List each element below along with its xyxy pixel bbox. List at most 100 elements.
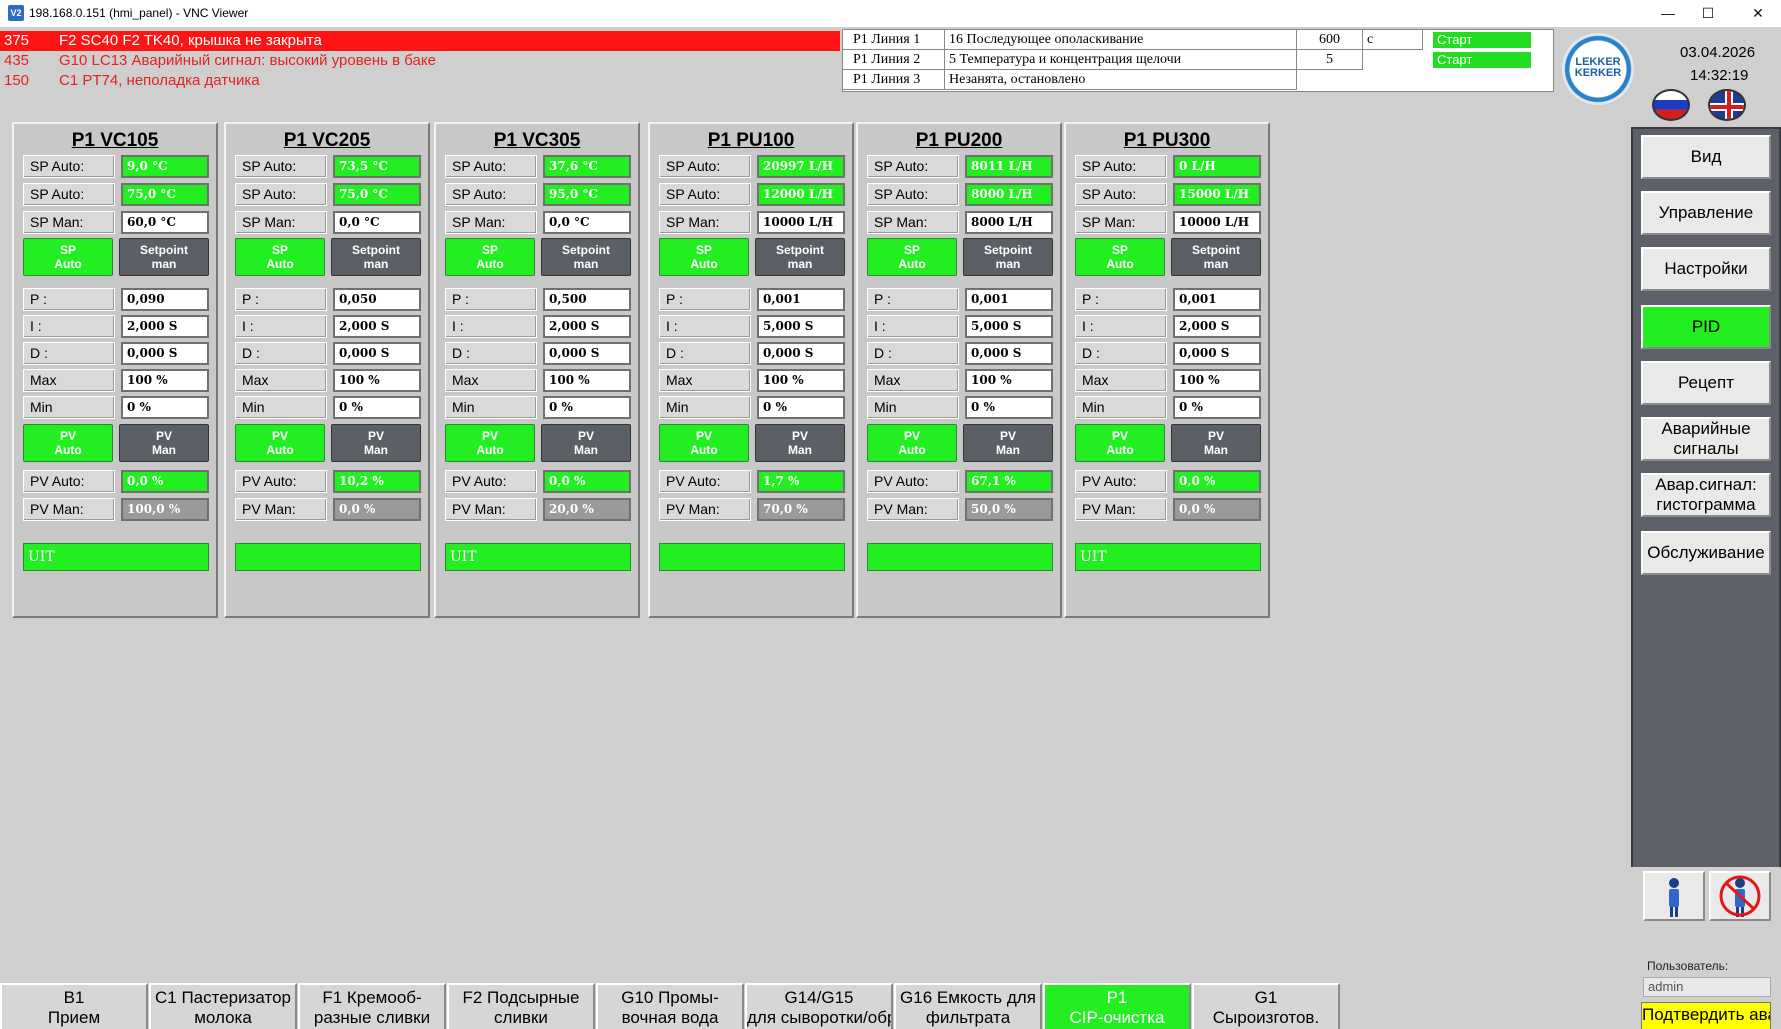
sp-man-input[interactable]: 0,0 °C bbox=[543, 211, 631, 234]
sidebar-item-alarms[interactable]: Аварийные сигналы bbox=[1641, 417, 1771, 461]
window-titlebar: V2 198.168.0.151 (hmi_panel) - VNC Viewe… bbox=[0, 0, 1781, 27]
sidebar-item-settings[interactable]: Настройки bbox=[1641, 247, 1771, 291]
d-time-input[interactable]: 0,000 S bbox=[543, 342, 631, 365]
alarm-row[interactable]: 435 G10 LC13 Аварийный сигнал: высокий у… bbox=[0, 51, 840, 71]
pv-man-button[interactable]: PV Man bbox=[963, 424, 1053, 462]
maximize-button[interactable]: ☐ bbox=[1688, 0, 1728, 27]
confirm-alarm-button[interactable]: Подтвердить аварийный сигнал bbox=[1641, 1002, 1771, 1029]
min-output-input[interactable]: 0 % bbox=[757, 396, 845, 419]
sp-auto-button[interactable]: SP Auto bbox=[23, 238, 113, 276]
alarm-row[interactable]: 150 C1 PT74, неполадка датчика bbox=[0, 71, 840, 91]
sp-auto-button[interactable]: SP Auto bbox=[1075, 238, 1165, 276]
i-time-input[interactable]: 2,000 S bbox=[543, 315, 631, 338]
setpoint-man-button[interactable]: Setpoint man bbox=[119, 238, 209, 276]
minimize-button[interactable]: — bbox=[1648, 0, 1688, 27]
pv-man-button[interactable]: PV Man bbox=[331, 424, 421, 462]
close-button[interactable]: ✕ bbox=[1738, 0, 1778, 27]
p-gain-input[interactable]: 0,001 bbox=[757, 288, 845, 311]
p-gain-input[interactable]: 0,050 bbox=[333, 288, 421, 311]
area-tab[interactable]: G1 Сыроизготов. bbox=[1192, 983, 1340, 1029]
d-time-input[interactable]: 0,000 S bbox=[1173, 342, 1261, 365]
alarm-row[interactable]: 375 F2 SC40 F2 TK40, крышка не закрыта bbox=[0, 31, 840, 51]
area-tab[interactable]: F2 Подсырные сливки bbox=[447, 983, 595, 1029]
pv-man-value[interactable]: 20,0 % bbox=[543, 498, 631, 521]
area-tab[interactable]: P1 CIP-очистка bbox=[1043, 983, 1191, 1029]
p-gain-input[interactable]: 0,001 bbox=[1173, 288, 1261, 311]
alarm-list[interactable]: 375 F2 SC40 F2 TK40, крышка не закрыта 4… bbox=[0, 31, 840, 93]
sidebar-item-view[interactable]: Вид bbox=[1641, 135, 1771, 179]
pv-man-button[interactable]: PV Man bbox=[1171, 424, 1261, 462]
sp-man-input[interactable]: 60,0 °C bbox=[121, 211, 209, 234]
min-output-input[interactable]: 0 % bbox=[333, 396, 421, 419]
sp-auto-button[interactable]: SP Auto bbox=[445, 238, 535, 276]
setpoint-man-button[interactable]: Setpoint man bbox=[541, 238, 631, 276]
english-flag-icon[interactable] bbox=[1708, 89, 1746, 121]
pv-man-value[interactable]: 0,0 % bbox=[1173, 498, 1261, 521]
max-output-input[interactable]: 100 % bbox=[757, 369, 845, 392]
russian-flag-icon[interactable] bbox=[1652, 89, 1690, 121]
d-time-input[interactable]: 0,000 S bbox=[757, 342, 845, 365]
d-time-input[interactable]: 0,000 S bbox=[333, 342, 421, 365]
i-time-input[interactable]: 5,000 S bbox=[965, 315, 1053, 338]
button-line: Auto bbox=[266, 443, 294, 457]
min-output-input[interactable]: 0 % bbox=[121, 396, 209, 419]
max-output-input[interactable]: 100 % bbox=[1173, 369, 1261, 392]
sidebar-item-recipe[interactable]: Рецепт bbox=[1641, 361, 1771, 405]
i-time-input[interactable]: 2,000 S bbox=[1173, 315, 1261, 338]
login-button[interactable] bbox=[1643, 871, 1705, 921]
pv-auto-button[interactable]: PV Auto bbox=[23, 424, 113, 462]
pv-man-value[interactable]: 70,0 % bbox=[757, 498, 845, 521]
sp-auto-button[interactable]: SP Auto bbox=[867, 238, 957, 276]
pv-auto-button[interactable]: PV Auto bbox=[867, 424, 957, 462]
pv-man-value[interactable]: 100,0 % bbox=[121, 498, 209, 521]
i-time-input[interactable]: 2,000 S bbox=[121, 315, 209, 338]
area-tab[interactable]: F1 Кремооб-разные сливки bbox=[298, 983, 446, 1029]
logout-button[interactable] bbox=[1709, 871, 1771, 921]
sidebar-item-maintenance[interactable]: Обслуживание bbox=[1641, 531, 1771, 575]
p-gain-input[interactable]: 0,090 bbox=[121, 288, 209, 311]
area-tab[interactable]: G16 Емкость для фильтрата bbox=[894, 983, 1042, 1029]
sp-auto-button[interactable]: SP Auto bbox=[659, 238, 749, 276]
area-tab[interactable]: G14/G15 для сыворотки/обр bbox=[745, 983, 893, 1029]
setpoint-man-button[interactable]: Setpoint man bbox=[1171, 238, 1261, 276]
pv-auto-button[interactable]: PV Auto bbox=[659, 424, 749, 462]
min-output-input[interactable]: 0 % bbox=[965, 396, 1053, 419]
sidebar-item-pid[interactable]: PID bbox=[1641, 305, 1771, 349]
button-line: Setpoint bbox=[1192, 243, 1240, 257]
min-output-input[interactable]: 0 % bbox=[543, 396, 631, 419]
d-time-input[interactable]: 0,000 S bbox=[121, 342, 209, 365]
pv-man-button[interactable]: PV Man bbox=[119, 424, 209, 462]
pv-auto-button[interactable]: PV Auto bbox=[445, 424, 535, 462]
i-time-input[interactable]: 2,000 S bbox=[333, 315, 421, 338]
button-line: Auto bbox=[476, 443, 504, 457]
pv-man-button[interactable]: PV Man bbox=[755, 424, 845, 462]
min-output-input[interactable]: 0 % bbox=[1173, 396, 1261, 419]
sp-man-input[interactable]: 8000 L/H bbox=[965, 211, 1053, 234]
area-tab[interactable]: G10 Промы-вочная вода bbox=[596, 983, 744, 1029]
p-gain-input[interactable]: 0,001 bbox=[965, 288, 1053, 311]
field-label: Min bbox=[659, 396, 751, 419]
pv-man-value[interactable]: 0,0 % bbox=[333, 498, 421, 521]
sidebar-item-control[interactable]: Управление bbox=[1641, 191, 1771, 235]
setpoint-man-button[interactable]: Setpoint man bbox=[755, 238, 845, 276]
sp-man-input[interactable]: 10000 L/H bbox=[757, 211, 845, 234]
sp-auto-button[interactable]: SP Auto bbox=[235, 238, 325, 276]
i-time-input[interactable]: 5,000 S bbox=[757, 315, 845, 338]
sp-man-input[interactable]: 0,0 °C bbox=[333, 211, 421, 234]
area-tab[interactable]: C1 Пастеризатор молока bbox=[149, 983, 297, 1029]
sp-man-input[interactable]: 10000 L/H bbox=[1173, 211, 1261, 234]
setpoint-man-button[interactable]: Setpoint man bbox=[331, 238, 421, 276]
pv-auto-button[interactable]: PV Auto bbox=[1075, 424, 1165, 462]
pv-man-button[interactable]: PV Man bbox=[541, 424, 631, 462]
setpoint-man-button[interactable]: Setpoint man bbox=[963, 238, 1053, 276]
max-output-input[interactable]: 100 % bbox=[965, 369, 1053, 392]
area-tab[interactable]: B1 Прием bbox=[0, 983, 148, 1029]
pv-auto-button[interactable]: PV Auto bbox=[235, 424, 325, 462]
max-output-input[interactable]: 100 % bbox=[333, 369, 421, 392]
p-gain-input[interactable]: 0,500 bbox=[543, 288, 631, 311]
max-output-input[interactable]: 100 % bbox=[121, 369, 209, 392]
d-time-input[interactable]: 0,000 S bbox=[965, 342, 1053, 365]
sidebar-item-alarm-histogram[interactable]: Авар.сигнал: гистограмма bbox=[1641, 473, 1771, 517]
max-output-input[interactable]: 100 % bbox=[543, 369, 631, 392]
pv-man-value[interactable]: 50,0 % bbox=[965, 498, 1053, 521]
